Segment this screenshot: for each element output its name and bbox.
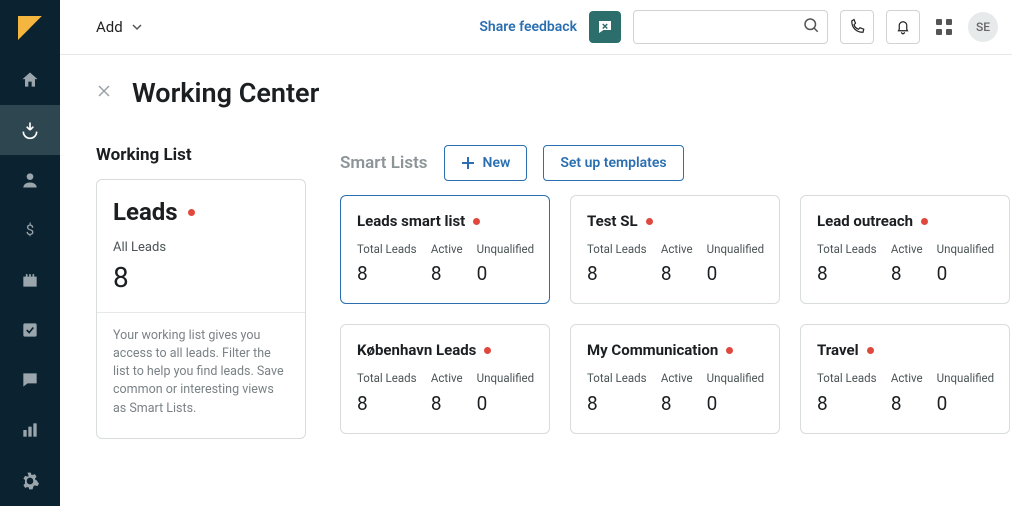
nav-tasks[interactable] — [0, 305, 60, 355]
share-feedback-link[interactable]: Share feedback — [479, 19, 577, 35]
smart-list-card[interactable]: My Communication Total LeadsActiveUnquali… — [570, 324, 780, 433]
user-avatar[interactable]: SE — [968, 12, 998, 42]
stat-val-unqualified: 0 — [707, 262, 763, 285]
phone-button[interactable] — [840, 10, 874, 44]
working-list-subtitle: All Leads — [113, 240, 289, 255]
nav-reports[interactable] — [0, 405, 60, 455]
smart-list-name: My Communication — [587, 341, 718, 359]
smart-list-card[interactable]: Test SLTotal LeadsActiveUnqualified880 — [570, 195, 780, 304]
status-dot-icon — [921, 218, 928, 225]
templates-button-label: Set up templates — [560, 155, 666, 171]
status-dot-icon — [473, 218, 480, 225]
topbar: Add Share feedback — [60, 0, 1012, 55]
setup-templates-button[interactable]: Set up templates — [543, 145, 683, 181]
stat-label-active: Active — [891, 242, 937, 256]
working-list-heading: Working List — [96, 145, 306, 165]
nav-working-center[interactable] — [0, 105, 60, 155]
phone-icon — [848, 18, 866, 36]
smart-list-name: København Leads — [357, 341, 476, 359]
add-button[interactable]: Add — [96, 18, 143, 36]
smart-list-card[interactable]: TravelTotal LeadsActiveUnqualified880 — [800, 324, 1010, 433]
add-button-label: Add — [96, 18, 123, 36]
stat-val-active: 8 — [431, 262, 477, 285]
close-icon — [96, 83, 112, 99]
chat-widget-button[interactable] — [589, 11, 621, 43]
stat-label-active: Active — [661, 242, 707, 256]
nav-chat[interactable] — [0, 355, 60, 405]
search-icon[interactable] — [802, 16, 820, 38]
stat-label-total: Total Leads — [817, 371, 891, 385]
stat-val-active: 8 — [661, 262, 707, 285]
search-wrap — [633, 10, 828, 44]
new-button-label: New — [483, 155, 511, 171]
close-page-button[interactable] — [96, 83, 112, 103]
stat-label-total: Total Leads — [817, 242, 891, 256]
plus-icon — [461, 156, 475, 170]
stat-val-total: 8 — [587, 262, 661, 285]
stat-val-unqualified: 0 — [477, 392, 533, 415]
working-list-count: 8 — [113, 261, 289, 294]
search-input[interactable] — [633, 10, 828, 44]
stat-val-unqualified: 0 — [937, 392, 993, 415]
stat-label-unqualified: Unqualified — [477, 242, 533, 256]
status-dot-icon — [867, 347, 874, 354]
svg-text:$: $ — [26, 221, 34, 239]
stat-val-active: 8 — [661, 392, 707, 415]
stat-label-active: Active — [891, 371, 937, 385]
stat-label-unqualified: Unqualified — [707, 371, 763, 385]
nav-people[interactable] — [0, 155, 60, 205]
stat-label-total: Total Leads — [357, 371, 431, 385]
status-dot-icon — [188, 209, 195, 216]
smart-list-card[interactable]: Leads smart list Total LeadsActiveUnquali… — [340, 195, 550, 304]
stat-label-unqualified: Unqualified — [937, 242, 993, 256]
stat-val-total: 8 — [357, 392, 431, 415]
stat-val-unqualified: 0 — [707, 392, 763, 415]
nav-castle[interactable] — [0, 255, 60, 305]
smart-lists-heading: Smart Lists — [340, 153, 428, 173]
notifications-button[interactable] — [886, 10, 920, 44]
stat-val-total: 8 — [817, 392, 891, 415]
status-dot-icon — [646, 218, 653, 225]
stat-val-active: 8 — [891, 392, 937, 415]
nav-home[interactable] — [0, 55, 60, 105]
stat-val-active: 8 — [891, 262, 937, 285]
smart-list-name: Test SL — [587, 212, 638, 230]
grid-icon — [935, 18, 953, 36]
stat-val-unqualified: 0 — [937, 262, 993, 285]
stat-val-active: 8 — [431, 392, 477, 415]
bell-icon — [894, 18, 912, 36]
stat-label-total: Total Leads — [357, 242, 431, 256]
page-title: Working Center — [132, 77, 319, 109]
apps-button[interactable] — [932, 15, 956, 39]
new-smart-list-button[interactable]: New — [444, 145, 528, 181]
sidebar: $ — [0, 0, 60, 506]
smart-list-name: Lead outreach — [817, 212, 913, 230]
chevron-down-icon — [131, 21, 143, 33]
stat-val-total: 8 — [587, 392, 661, 415]
smart-list-card[interactable]: Lead outreach Total LeadsActiveUnqualifie… — [800, 195, 1010, 304]
stat-label-unqualified: Unqualified — [707, 242, 763, 256]
app-logo[interactable] — [0, 0, 60, 55]
smart-list-name: Leads smart list — [357, 212, 465, 230]
stat-label-total: Total Leads — [587, 242, 661, 256]
stat-label-total: Total Leads — [587, 371, 661, 385]
stat-label-active: Active — [431, 371, 477, 385]
stat-label-unqualified: Unqualified — [937, 371, 993, 385]
smart-list-card[interactable]: København Leads Total LeadsActiveUnqualif… — [340, 324, 550, 433]
working-list-name: Leads — [113, 198, 178, 226]
status-dot-icon — [726, 347, 733, 354]
nav-money[interactable]: $ — [0, 205, 60, 255]
working-list-card[interactable]: Leads All Leads 8 Your working list give… — [96, 179, 306, 439]
stat-val-unqualified: 0 — [477, 262, 533, 285]
stat-val-total: 8 — [817, 262, 891, 285]
working-list-help: Your working list gives you access to al… — [97, 313, 305, 438]
stat-label-unqualified: Unqualified — [477, 371, 533, 385]
stat-val-total: 8 — [357, 262, 431, 285]
stat-label-active: Active — [431, 242, 477, 256]
smart-list-name: Travel — [817, 341, 859, 359]
stat-label-active: Active — [661, 371, 707, 385]
nav-settings[interactable] — [0, 456, 60, 506]
status-dot-icon — [484, 347, 491, 354]
chat-close-icon — [596, 18, 614, 36]
